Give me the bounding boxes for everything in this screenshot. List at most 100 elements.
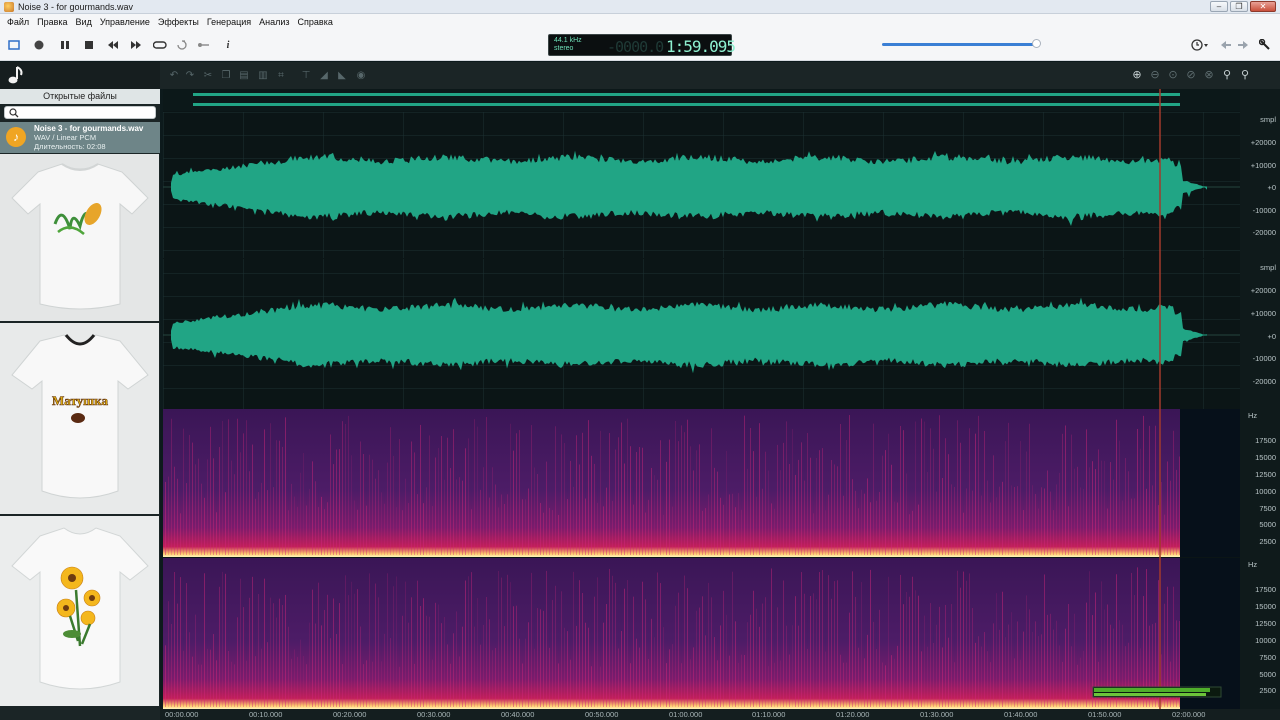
spectrogram-streak (1029, 609, 1030, 707)
spectrogram-streak (600, 430, 601, 555)
selection-mode-button[interactable] (6, 37, 22, 53)
menu-analysis[interactable]: Анализ (255, 17, 293, 27)
spectrogram-streak (789, 654, 790, 707)
history-button[interactable] (1190, 37, 1210, 53)
spectrogram-streak (786, 421, 787, 555)
fade-out-icon[interactable]: ◣ (336, 70, 348, 82)
spectrogram-streak (621, 422, 622, 555)
spectrogram-streak (351, 455, 352, 555)
zoom-selection-icon[interactable]: ⊙ (1166, 68, 1180, 82)
undo-icon[interactable]: ↶ (168, 70, 180, 82)
tools-button[interactable] (1257, 37, 1273, 53)
stop-icon (85, 41, 93, 49)
minimize-button[interactable]: – (1210, 1, 1228, 12)
waveform-spectrogram-view[interactable] (163, 89, 1240, 709)
spectrogram-streak (921, 418, 922, 555)
menu-help[interactable]: Справка (294, 17, 337, 27)
crop-icon[interactable]: ⌗ (275, 70, 287, 82)
spectrogram-streak (318, 582, 319, 707)
spectrogram-streak (480, 489, 481, 555)
zoom-out-icon[interactable]: ⊖ (1148, 68, 1162, 82)
spectrogram-streak (312, 461, 313, 555)
rewind-button[interactable] (105, 37, 121, 53)
volume-slider-thumb[interactable] (1032, 39, 1041, 48)
spectrogram-streak (492, 650, 493, 707)
spectrogram-streak (237, 617, 238, 707)
copy-icon[interactable]: ❐ (220, 70, 232, 82)
spectrogram-streak (1107, 508, 1108, 555)
cut-icon[interactable]: ✂ (202, 70, 214, 82)
spectrogram-streak (1059, 645, 1060, 707)
loop-button[interactable] (152, 37, 168, 53)
volume-slider[interactable] (882, 43, 1036, 46)
spectrogram-streak (786, 625, 787, 707)
wrench-icon (1259, 39, 1270, 50)
menu-view[interactable]: Вид (72, 17, 96, 27)
vertical-zoom-out-icon[interactable]: ⚲ (1238, 68, 1252, 82)
spectrogram-streak (909, 596, 910, 707)
spectrogram-streak (855, 490, 856, 555)
vertical-zoom-in-icon[interactable]: ⚲ (1220, 68, 1234, 82)
spectrogram-streak (354, 593, 355, 707)
delete-icon[interactable]: ▥ (257, 70, 269, 82)
spectrogram-streak (462, 480, 463, 555)
spectrogram-streak (588, 420, 589, 555)
spectrogram-streak (450, 663, 451, 707)
time-tick: 01:00.000 (669, 710, 703, 719)
spectrogram-streak (1134, 498, 1135, 555)
back-button[interactable] (1218, 37, 1234, 53)
spectrogram-streak (264, 578, 265, 707)
zoom-in-icon[interactable]: ⊕ (1130, 68, 1144, 82)
skip-button[interactable] (196, 37, 212, 53)
fade-in-icon[interactable]: ◢ (318, 70, 330, 82)
stop-button[interactable] (81, 37, 97, 53)
zoom-fit-icon[interactable]: ⊘ (1184, 68, 1198, 82)
info-button[interactable]: i (220, 37, 236, 53)
paste-icon[interactable]: ▤ (238, 70, 250, 82)
menu-control[interactable]: Управление (96, 17, 154, 27)
spectrogram-streak (1137, 428, 1138, 555)
menu-file[interactable]: Файл (3, 17, 33, 27)
zoom-full-icon[interactable]: ⊗ (1202, 68, 1216, 82)
spectrogram-streak (504, 503, 505, 555)
fast-forward-button[interactable] (128, 37, 144, 53)
spectrogram-streak (732, 493, 733, 555)
menu-generate[interactable]: Генерация (203, 17, 255, 27)
spectrogram-streak (438, 448, 439, 555)
spectrogram-streak (234, 664, 235, 707)
spectrum-tick: 5000 (1259, 670, 1276, 679)
menu-edit[interactable]: Правка (33, 17, 71, 27)
repeat-button[interactable] (174, 37, 190, 53)
spectrogram-streak (1026, 451, 1027, 555)
close-button[interactable]: ✕ (1250, 1, 1276, 12)
spectrogram-streak (1044, 574, 1045, 707)
pause-button[interactable] (57, 37, 73, 53)
audio-editor[interactable] (163, 89, 1240, 709)
spectrogram-streak (423, 503, 424, 555)
files-search-input[interactable] (4, 106, 156, 119)
redo-icon[interactable]: ↷ (184, 70, 196, 82)
spectrogram-streak (1068, 604, 1069, 707)
effect-icon[interactable]: ◉ (355, 70, 367, 82)
overview-strip[interactable] (163, 89, 1240, 111)
open-file-item[interactable]: ♪ Noise 3 - for gourmands.wav WAV / Line… (0, 122, 160, 153)
spectrogram-streak (741, 654, 742, 707)
spectrogram-streak (1074, 468, 1075, 555)
forward-button[interactable] (1235, 37, 1251, 53)
spectrogram-streak (1056, 620, 1057, 707)
spectrogram-streak (642, 581, 643, 707)
ruler-unit-ch2: smpl (1260, 263, 1276, 272)
spectrogram-streak (1161, 654, 1162, 707)
spectrogram-streak (342, 664, 343, 707)
spectrogram-streak (1125, 646, 1126, 707)
spectrogram-streak (924, 421, 925, 555)
normalize-icon[interactable]: ⊤ (300, 70, 312, 82)
menu-effects[interactable]: Эффекты (154, 17, 203, 27)
spectrogram-streak (420, 605, 421, 707)
record-button[interactable] (31, 37, 47, 53)
maximize-button[interactable]: ❐ (1230, 1, 1248, 12)
time-ruler[interactable]: 00:00.000 00:10.000 00:20.000 00:30.000 … (160, 709, 1280, 720)
spectrogram-streak (825, 510, 826, 555)
spectrogram-streak (636, 452, 637, 555)
spectrogram-streak (498, 571, 499, 707)
